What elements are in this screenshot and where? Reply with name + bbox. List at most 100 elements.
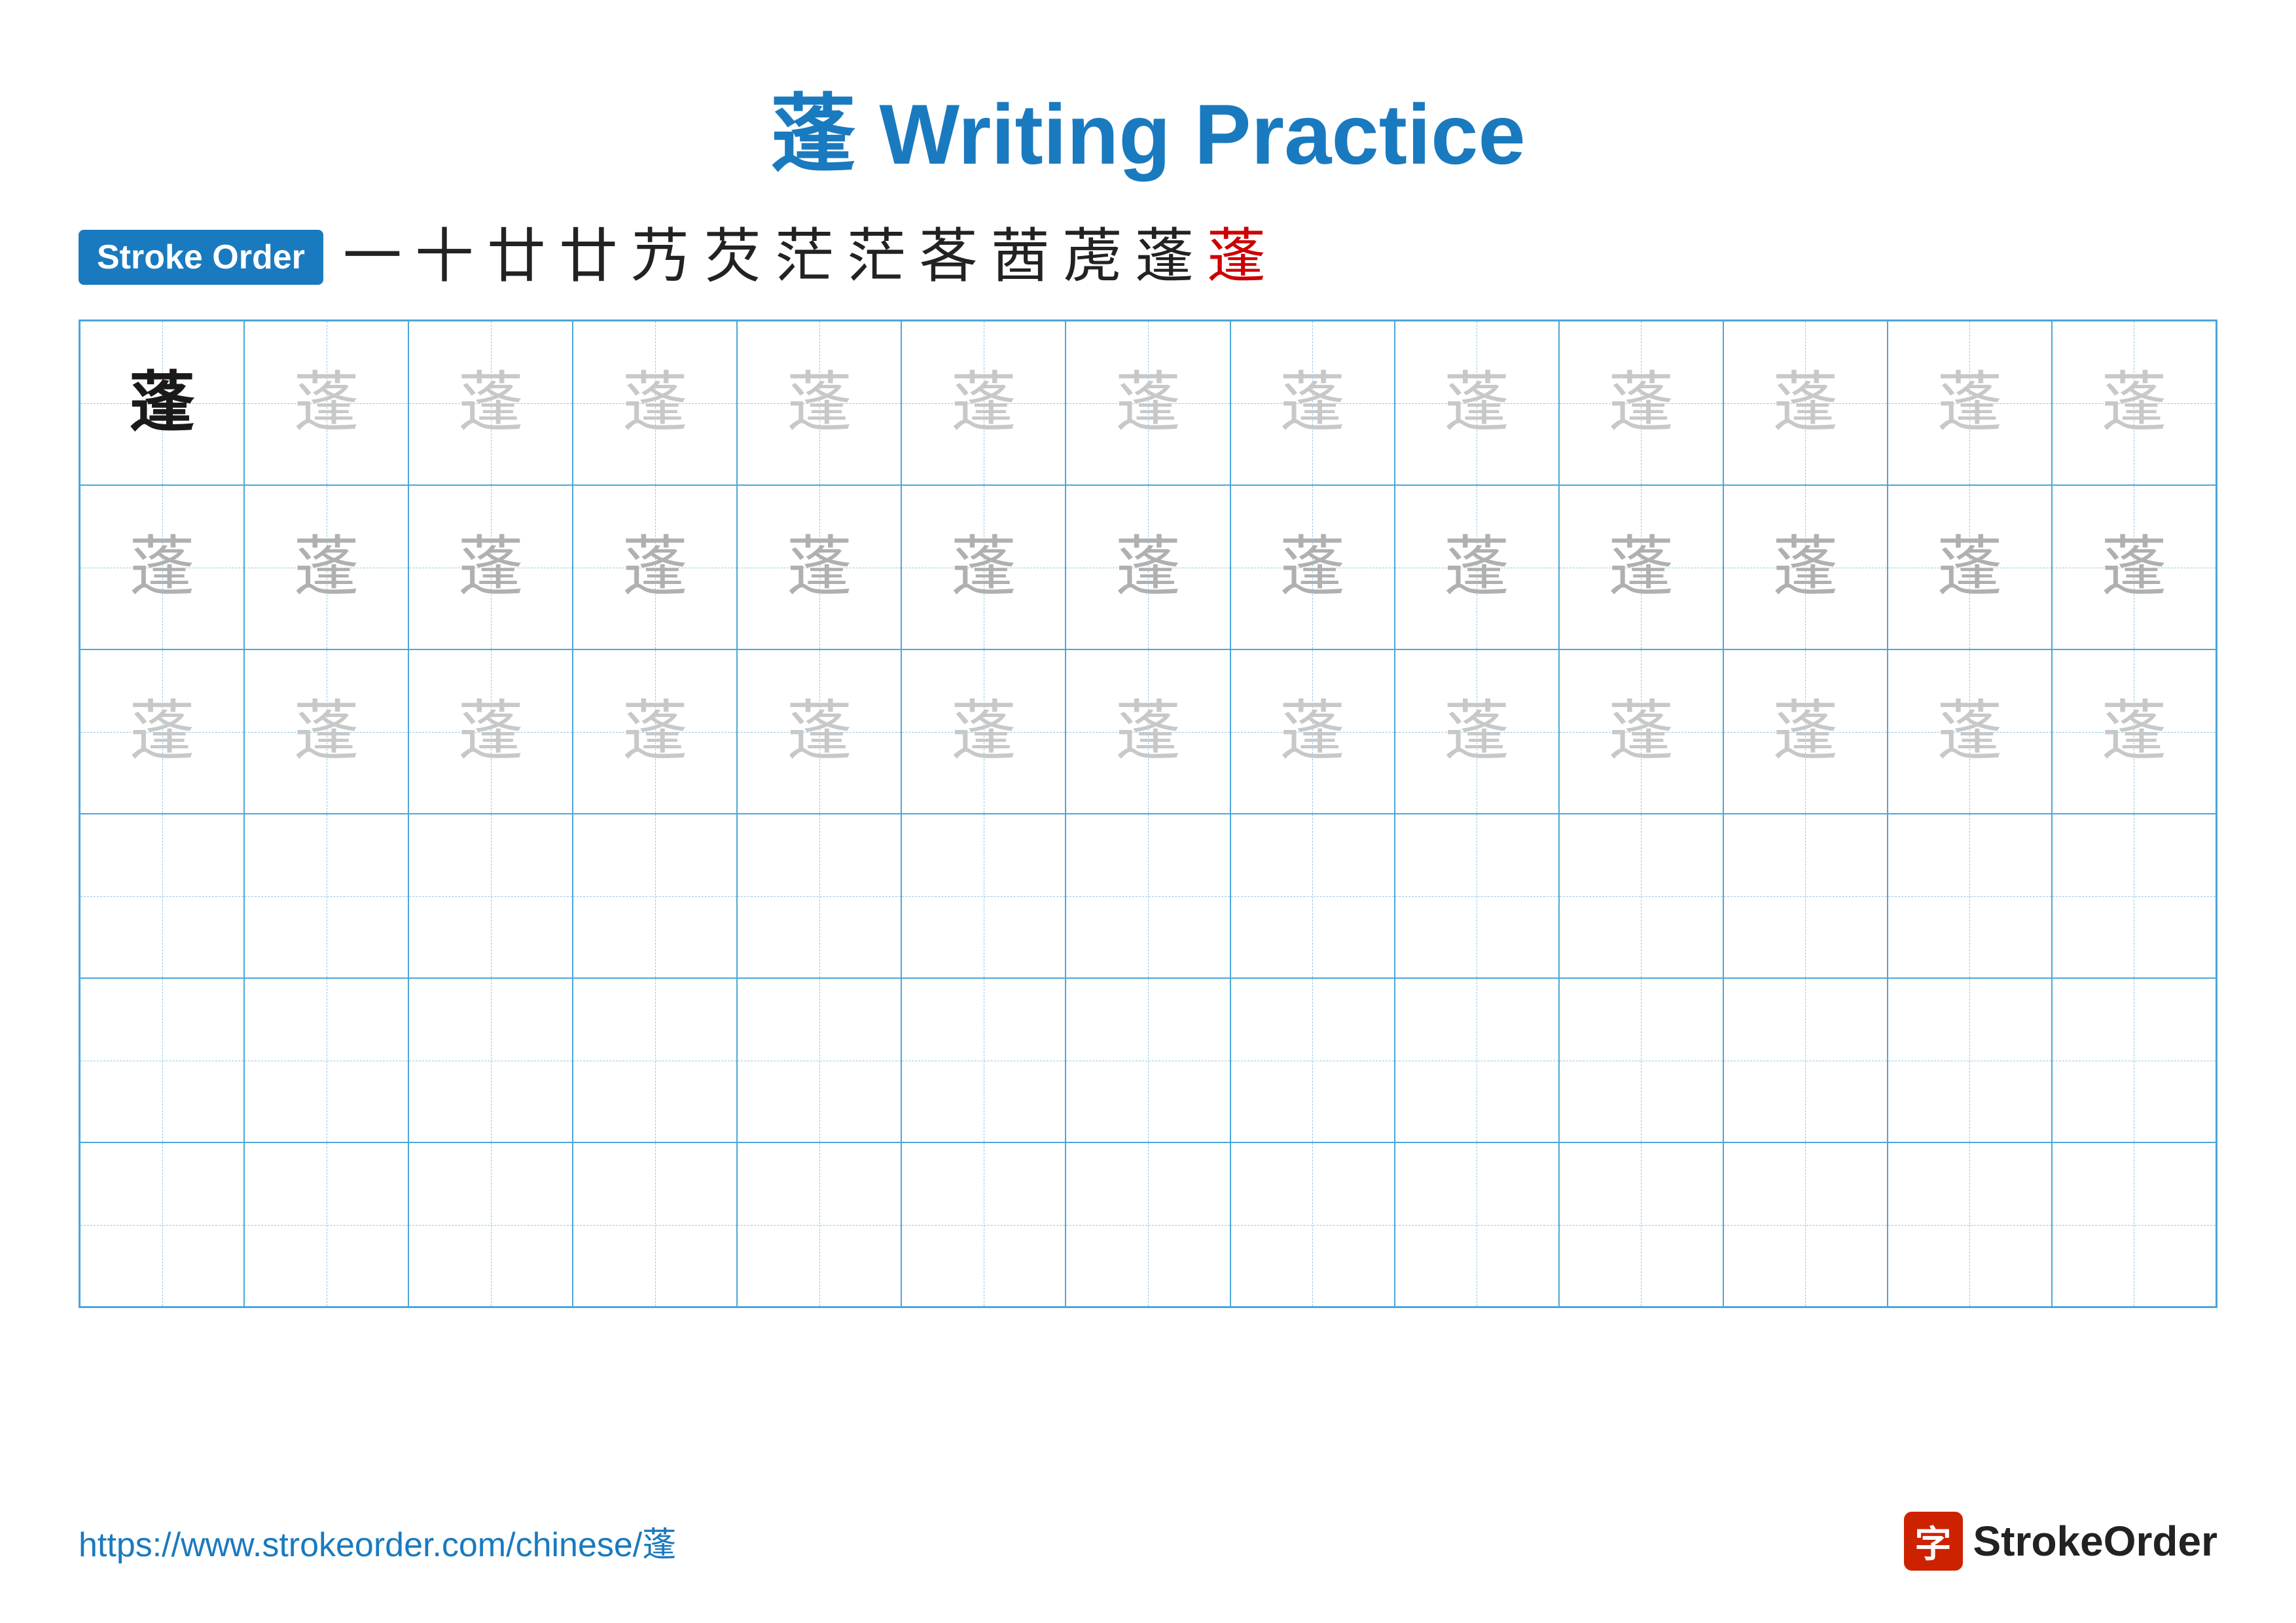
footer-url[interactable]: https://www.strokeorder.com/chinese/蓬 bbox=[79, 1517, 676, 1566]
grid-cell-2-10[interactable]: 蓬 bbox=[1559, 485, 1723, 649]
grid-cell-4-11[interactable] bbox=[1723, 814, 1888, 978]
stroke-7: 茫 bbox=[775, 228, 834, 287]
grid-cell-6-1[interactable] bbox=[80, 1142, 244, 1307]
grid-cell-2-6[interactable]: 蓬 bbox=[901, 485, 1066, 649]
grid-cell-3-12[interactable]: 蓬 bbox=[1888, 649, 2052, 814]
grid-cell-2-1[interactable]: 蓬 bbox=[80, 485, 244, 649]
grid-cell-5-7[interactable] bbox=[1066, 978, 1230, 1142]
cell-char: 蓬 bbox=[294, 699, 359, 765]
grid-cell-3-8[interactable]: 蓬 bbox=[1230, 649, 1395, 814]
grid-cell-3-10[interactable]: 蓬 bbox=[1559, 649, 1723, 814]
footer: https://www.strokeorder.com/chinese/蓬 字 … bbox=[79, 1512, 2217, 1571]
grid-cell-5-12[interactable] bbox=[1888, 978, 2052, 1142]
grid-cell-1-7[interactable]: 蓬 bbox=[1066, 321, 1230, 485]
grid-cell-4-4[interactable] bbox=[573, 814, 737, 978]
grid-cell-2-5[interactable]: 蓬 bbox=[737, 485, 901, 649]
stroke-4: 廿 bbox=[559, 228, 618, 287]
grid-cell-5-5[interactable] bbox=[737, 978, 901, 1142]
grid-cell-6-11[interactable] bbox=[1723, 1142, 1888, 1307]
grid-cell-2-13[interactable]: 蓬 bbox=[2052, 485, 2216, 649]
grid-cell-2-12[interactable]: 蓬 bbox=[1888, 485, 2052, 649]
grid-cell-3-9[interactable]: 蓬 bbox=[1395, 649, 1559, 814]
grid-cell-1-5[interactable]: 蓬 bbox=[737, 321, 901, 485]
grid-cell-1-1[interactable]: 蓬 bbox=[80, 321, 244, 485]
stroke-13-final: 蓬 bbox=[1207, 228, 1266, 287]
cell-char: 蓬 bbox=[1444, 699, 1509, 765]
grid-row-6 bbox=[80, 1142, 2216, 1307]
grid-cell-4-10[interactable] bbox=[1559, 814, 1723, 978]
cell-char: 蓬 bbox=[2101, 535, 2166, 600]
grid-cell-5-10[interactable] bbox=[1559, 978, 1723, 1142]
grid-cell-5-2[interactable] bbox=[244, 978, 408, 1142]
grid-cell-4-5[interactable] bbox=[737, 814, 901, 978]
grid-cell-5-3[interactable] bbox=[408, 978, 573, 1142]
grid-cell-4-7[interactable] bbox=[1066, 814, 1230, 978]
grid-cell-2-9[interactable]: 蓬 bbox=[1395, 485, 1559, 649]
grid-cell-5-13[interactable] bbox=[2052, 978, 2216, 1142]
grid-cell-4-3[interactable] bbox=[408, 814, 573, 978]
grid-cell-1-3[interactable]: 蓬 bbox=[408, 321, 573, 485]
grid-cell-3-5[interactable]: 蓬 bbox=[737, 649, 901, 814]
cell-char: 蓬 bbox=[458, 371, 524, 436]
grid-cell-3-4[interactable]: 蓬 bbox=[573, 649, 737, 814]
grid-cell-6-4[interactable] bbox=[573, 1142, 737, 1307]
stroke-chars: 一 十 廿 廿 艿 芡 茫 茫 茖 莤 萀 蓬 蓬 bbox=[343, 228, 1266, 287]
grid-cell-3-13[interactable]: 蓬 bbox=[2052, 649, 2216, 814]
stroke-11: 萀 bbox=[1063, 228, 1122, 287]
cell-char: 蓬 bbox=[1115, 699, 1181, 765]
grid-cell-1-8[interactable]: 蓬 bbox=[1230, 321, 1395, 485]
cell-char: 蓬 bbox=[1937, 371, 2002, 436]
cell-char: 蓬 bbox=[1608, 371, 1674, 436]
grid-cell-4-1[interactable] bbox=[80, 814, 244, 978]
grid-cell-4-13[interactable] bbox=[2052, 814, 2216, 978]
grid-cell-6-7[interactable] bbox=[1066, 1142, 1230, 1307]
grid-cell-3-1[interactable]: 蓬 bbox=[80, 649, 244, 814]
grid-cell-2-7[interactable]: 蓬 bbox=[1066, 485, 1230, 649]
grid-cell-1-13[interactable]: 蓬 bbox=[2052, 321, 2216, 485]
grid-cell-4-8[interactable] bbox=[1230, 814, 1395, 978]
grid-cell-6-8[interactable] bbox=[1230, 1142, 1395, 1307]
grid-cell-2-11[interactable]: 蓬 bbox=[1723, 485, 1888, 649]
grid-cell-1-12[interactable]: 蓬 bbox=[1888, 321, 2052, 485]
cell-char: 蓬 bbox=[130, 371, 195, 436]
grid-cell-3-2[interactable]: 蓬 bbox=[244, 649, 408, 814]
grid-cell-6-12[interactable] bbox=[1888, 1142, 2052, 1307]
cell-char: 蓬 bbox=[1772, 535, 1838, 600]
grid-cell-5-8[interactable] bbox=[1230, 978, 1395, 1142]
cell-char: 蓬 bbox=[1937, 699, 2002, 765]
grid-cell-1-10[interactable]: 蓬 bbox=[1559, 321, 1723, 485]
grid-cell-5-1[interactable] bbox=[80, 978, 244, 1142]
grid-cell-5-4[interactable] bbox=[573, 978, 737, 1142]
grid-cell-3-7[interactable]: 蓬 bbox=[1066, 649, 1230, 814]
grid-cell-4-2[interactable] bbox=[244, 814, 408, 978]
grid-cell-6-3[interactable] bbox=[408, 1142, 573, 1307]
grid-cell-4-12[interactable] bbox=[1888, 814, 2052, 978]
grid-cell-6-13[interactable] bbox=[2052, 1142, 2216, 1307]
grid-cell-1-11[interactable]: 蓬 bbox=[1723, 321, 1888, 485]
grid-cell-2-3[interactable]: 蓬 bbox=[408, 485, 573, 649]
cell-char: 蓬 bbox=[1280, 535, 1345, 600]
grid-cell-3-3[interactable]: 蓬 bbox=[408, 649, 573, 814]
grid-cell-1-4[interactable]: 蓬 bbox=[573, 321, 737, 485]
grid-cell-1-2[interactable]: 蓬 bbox=[244, 321, 408, 485]
grid-cell-2-2[interactable]: 蓬 bbox=[244, 485, 408, 649]
grid-cell-1-9[interactable]: 蓬 bbox=[1395, 321, 1559, 485]
grid-cell-2-8[interactable]: 蓬 bbox=[1230, 485, 1395, 649]
grid-cell-6-6[interactable] bbox=[901, 1142, 1066, 1307]
grid-cell-5-9[interactable] bbox=[1395, 978, 1559, 1142]
grid-cell-4-9[interactable] bbox=[1395, 814, 1559, 978]
grid-cell-1-6[interactable]: 蓬 bbox=[901, 321, 1066, 485]
grid-cell-4-6[interactable] bbox=[901, 814, 1066, 978]
grid-cell-5-11[interactable] bbox=[1723, 978, 1888, 1142]
grid-cell-3-11[interactable]: 蓬 bbox=[1723, 649, 1888, 814]
grid-cell-6-2[interactable] bbox=[244, 1142, 408, 1307]
stroke-order-badge: Stroke Order bbox=[79, 230, 323, 285]
grid-cell-6-9[interactable] bbox=[1395, 1142, 1559, 1307]
grid-cell-5-6[interactable] bbox=[901, 978, 1066, 1142]
stroke-12: 蓬 bbox=[1135, 228, 1194, 287]
grid-cell-6-10[interactable] bbox=[1559, 1142, 1723, 1307]
grid-cell-2-4[interactable]: 蓬 bbox=[573, 485, 737, 649]
grid-cell-3-6[interactable]: 蓬 bbox=[901, 649, 1066, 814]
cell-char: 蓬 bbox=[951, 371, 1016, 436]
grid-cell-6-5[interactable] bbox=[737, 1142, 901, 1307]
